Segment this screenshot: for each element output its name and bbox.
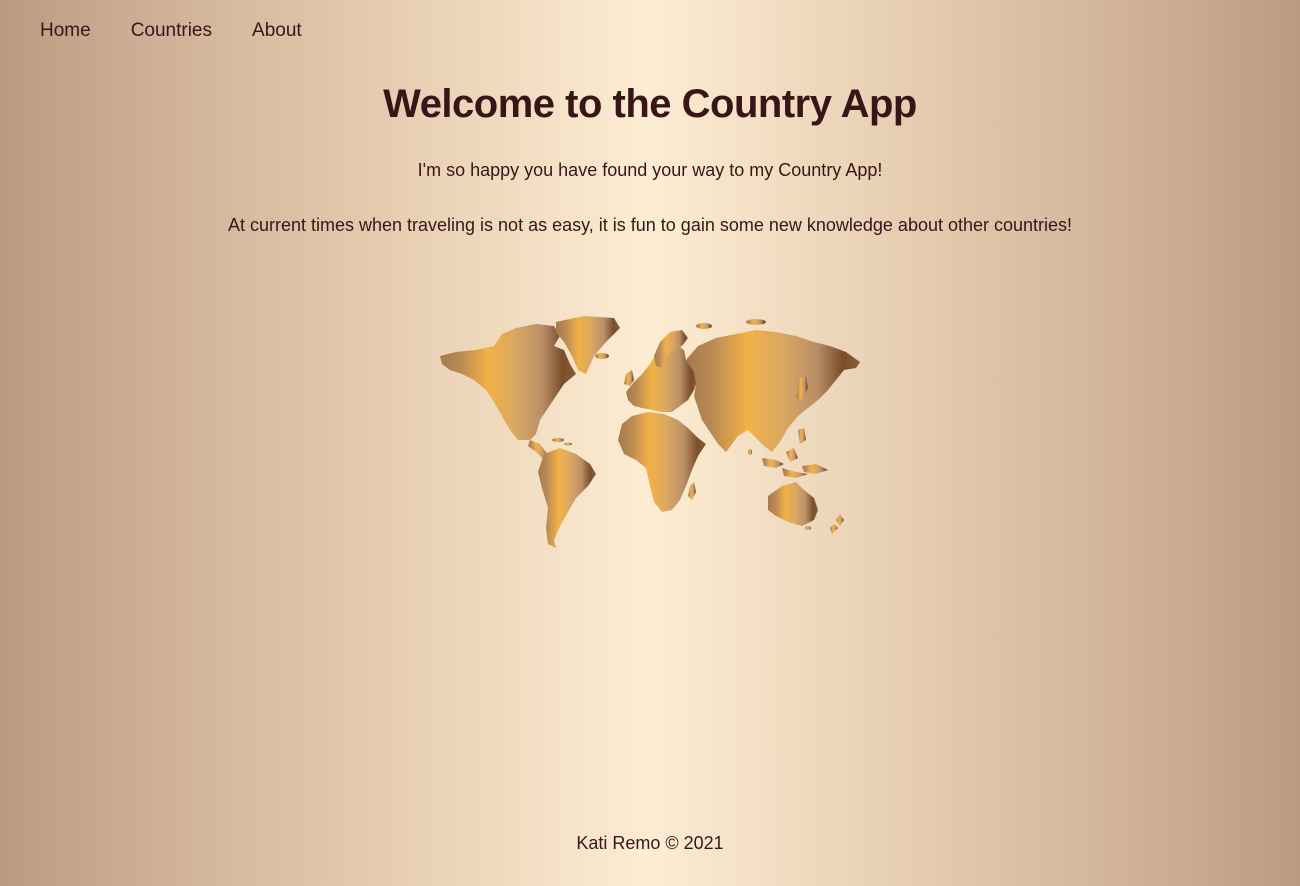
footer-copyright: Kati Remo © 2021 [576, 833, 724, 853]
description-paragraph: At current times when traveling is not a… [227, 215, 1073, 235]
intro-paragraph: I'm so happy you have found your way to … [417, 160, 883, 180]
page-title: Welcome to the Country App [383, 82, 917, 126]
nav-home-link[interactable]: Home [40, 20, 91, 42]
nav-about-link[interactable]: About [252, 20, 302, 42]
world-map-icon [440, 316, 860, 548]
main-nav: Home Countries About [40, 20, 302, 42]
nav-countries-link[interactable]: Countries [131, 20, 212, 42]
